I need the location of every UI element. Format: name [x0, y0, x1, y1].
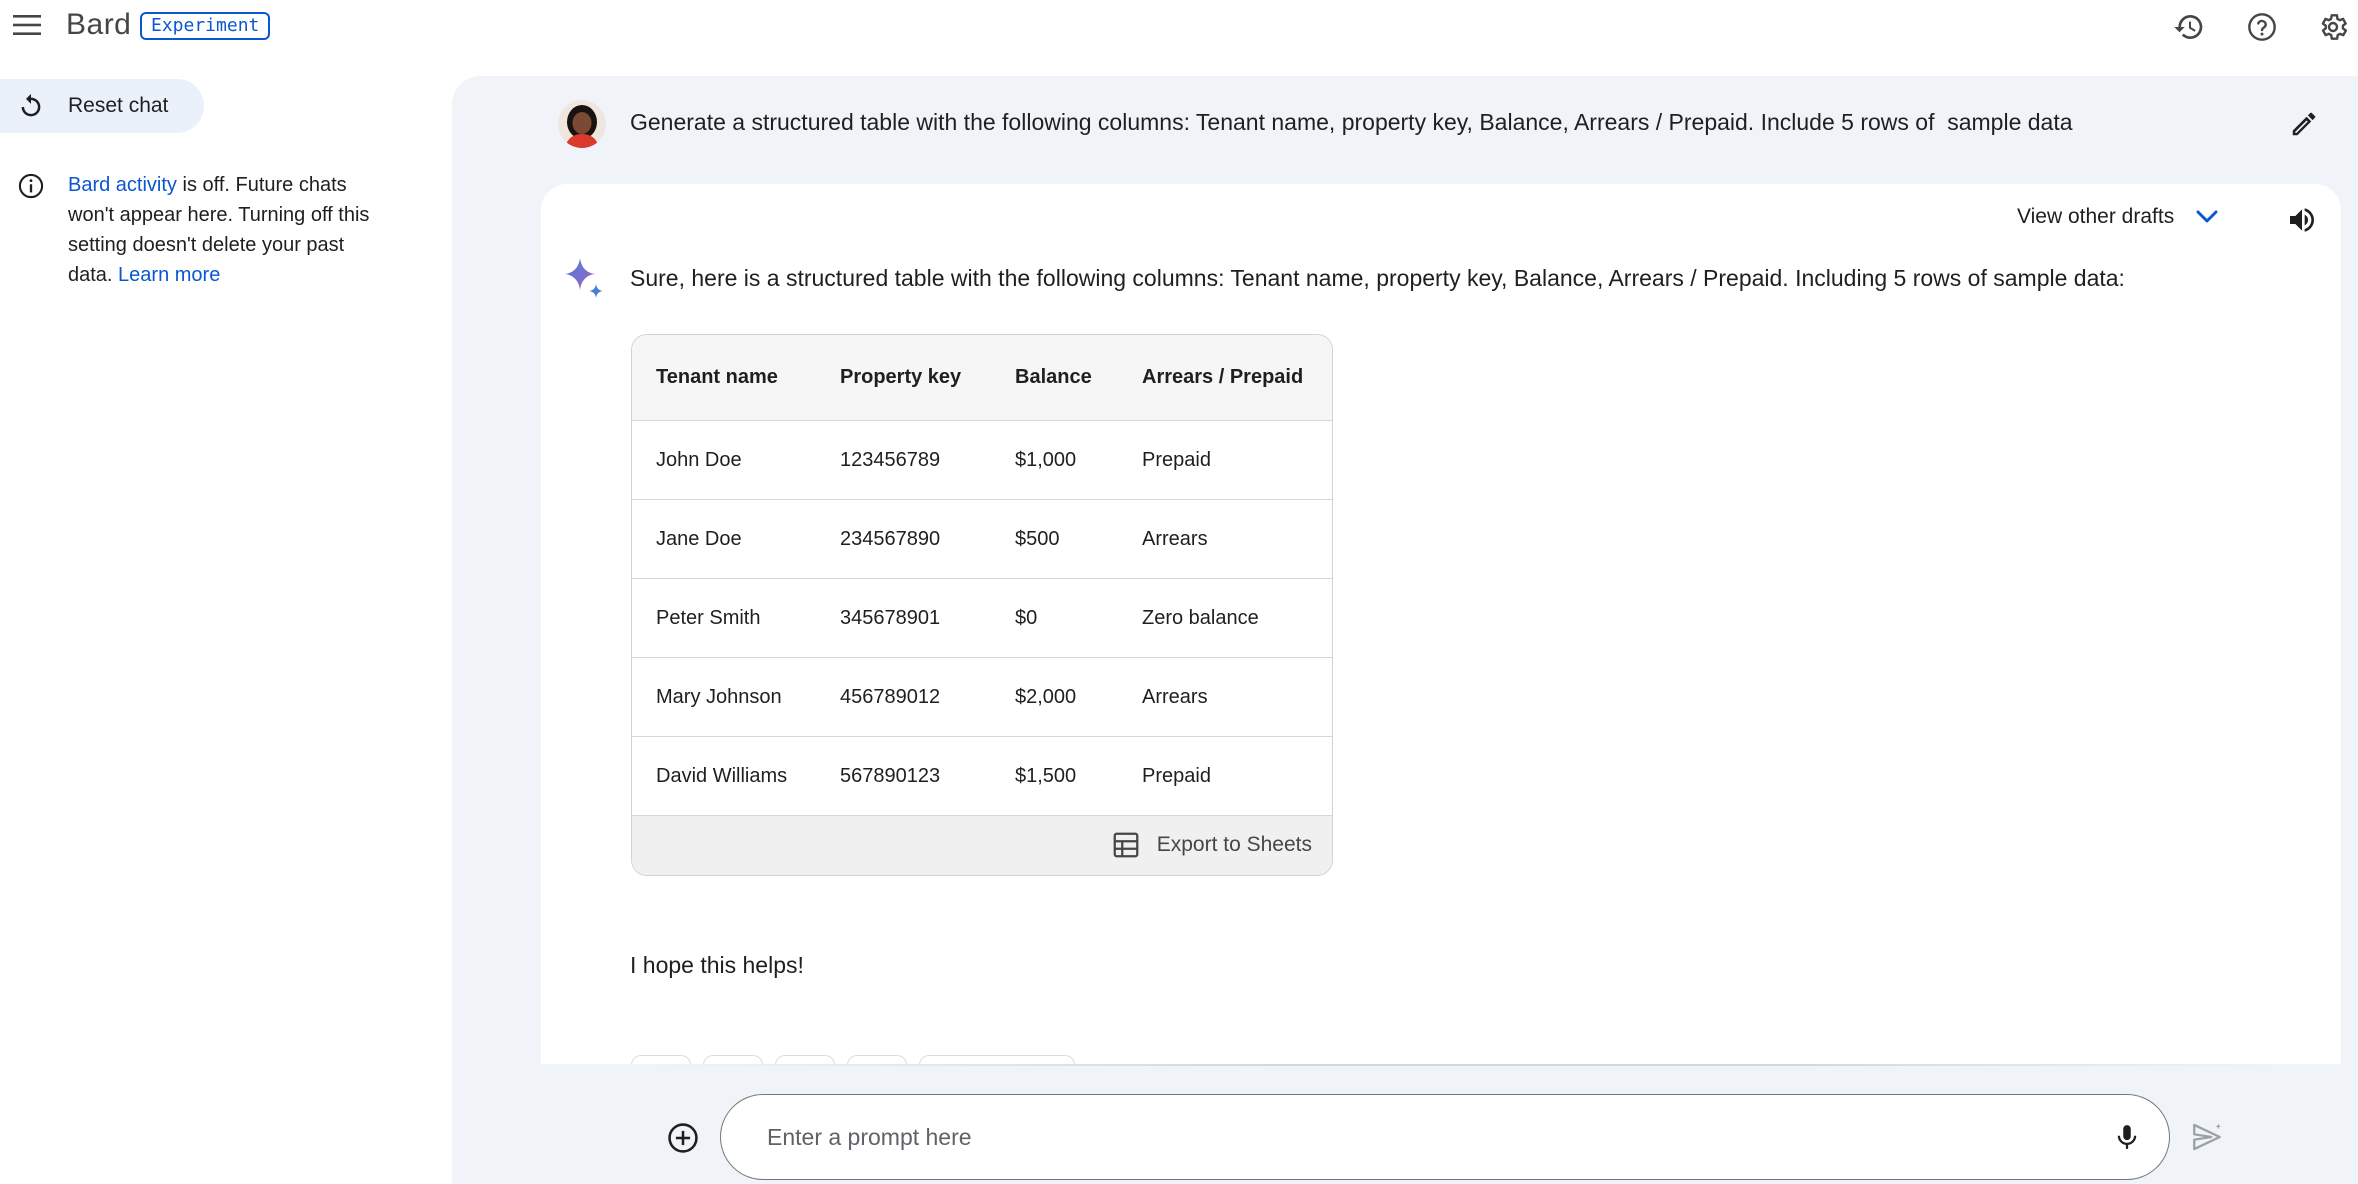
send-button[interactable]	[2186, 1116, 2228, 1158]
table-cell: $0	[1015, 606, 1038, 629]
history-icon	[2174, 15, 2203, 39]
table-row: Peter Smith 345678901 $0 Zero balance	[632, 579, 1332, 658]
help-button[interactable]	[2243, 8, 2281, 46]
user-avatar	[558, 100, 606, 148]
app-header: Bard Experiment	[0, 0, 2358, 52]
table-cell: 123456789	[840, 448, 941, 471]
table-cell: $500	[1015, 527, 1060, 550]
prompt-box	[720, 1094, 2170, 1180]
column-header-balance: Balance	[1015, 366, 1092, 388]
bard-sparkle-icon	[565, 258, 603, 298]
microphone-icon	[2117, 1125, 2137, 1149]
table-cell: Prepaid	[1142, 448, 1211, 471]
data-table: Tenant name Property key Balance Arrears…	[631, 334, 1333, 876]
table-cell: 567890123	[840, 764, 941, 787]
sheets-table-icon	[1113, 832, 1139, 858]
table-row: David Williams 567890123 $1,500 Prepaid	[632, 737, 1332, 816]
table-cell: John Doe	[656, 448, 742, 471]
response-outro-text: I hope this helps!	[630, 952, 804, 978]
export-to-sheets-button[interactable]: Export to Sheets	[1111, 830, 1312, 860]
table-cell: $2,000	[1015, 685, 1077, 708]
settings-icon	[2321, 14, 2348, 40]
table-cell: Jane Doe	[656, 527, 742, 550]
table-cell: $1,000	[1015, 448, 1077, 471]
experiment-badge: Experiment	[140, 12, 271, 40]
chevron-down-icon	[2196, 210, 2218, 223]
table-cell: Arrears	[1142, 685, 1208, 708]
user-prompt-text: Generate a structured table with the fol…	[630, 109, 2073, 135]
table-cell: David Williams	[656, 764, 788, 787]
table-cell: 234567890	[840, 527, 941, 550]
refresh-icon	[21, 93, 41, 117]
edit-prompt-button[interactable]	[2284, 104, 2324, 144]
response-intro-text: Sure, here is a structured table with th…	[630, 265, 2125, 291]
hamburger-menu-icon	[13, 15, 41, 35]
upload-image-button[interactable]	[664, 1119, 702, 1157]
voice-input-button[interactable]	[2107, 1117, 2147, 1157]
history-button[interactable]	[2170, 8, 2208, 46]
learn-more-link[interactable]: Learn more	[118, 264, 220, 286]
column-header-arrears-prepaid: Arrears / Prepaid	[1142, 366, 1304, 388]
table-cell: $1,500	[1015, 764, 1077, 787]
reset-chat-label: Reset chat	[68, 94, 169, 117]
table-footer: Export to Sheets	[632, 816, 1332, 875]
send-icon	[2193, 1123, 2222, 1151]
info-icon	[18, 173, 44, 199]
prompt-input[interactable]	[767, 1117, 2067, 1157]
view-other-drafts-button[interactable]: View other drafts	[2017, 205, 2218, 229]
table-cell: Arrears	[1142, 527, 1208, 550]
table-cell: Zero balance	[1142, 606, 1259, 629]
view-other-drafts-label: View other drafts	[2017, 205, 2175, 228]
help-icon	[2248, 13, 2276, 41]
settings-button[interactable]	[2314, 8, 2352, 46]
listen-button[interactable]	[2282, 200, 2322, 240]
pencil-icon	[2292, 112, 2316, 136]
table-cell: 456789012	[840, 685, 941, 708]
table-cell: Prepaid	[1142, 764, 1211, 787]
column-header-tenant-name: Tenant name	[656, 366, 778, 388]
table-cell: Mary Johnson	[656, 685, 782, 708]
add-circle-icon	[668, 1123, 698, 1153]
reset-chat-button[interactable]: Reset chat	[0, 79, 204, 133]
table-row: John Doe 123456789 $1,000 Prepaid	[632, 421, 1332, 500]
table-cell: 345678901	[840, 606, 941, 629]
speaker-icon	[2290, 208, 2314, 232]
table-cell: Peter Smith	[656, 606, 761, 629]
table-row: Mary Johnson 456789012 $2,000 Arrears	[632, 658, 1332, 737]
divider	[640, 1064, 2280, 1066]
main-menu-button[interactable]	[10, 8, 44, 42]
table-header-row: Tenant name Property key Balance Arrears…	[632, 335, 1332, 421]
activity-notice: Bard activity is off. Future chats won't…	[68, 170, 388, 290]
column-header-property-key: Property key	[840, 366, 962, 388]
export-to-sheets-label: Export to Sheets	[1156, 833, 1312, 856]
app-logo-text: Bard	[66, 8, 132, 41]
bard-activity-link[interactable]: Bard activity	[68, 174, 177, 196]
table-row: Jane Doe 234567890 $500 Arrears	[632, 500, 1332, 579]
